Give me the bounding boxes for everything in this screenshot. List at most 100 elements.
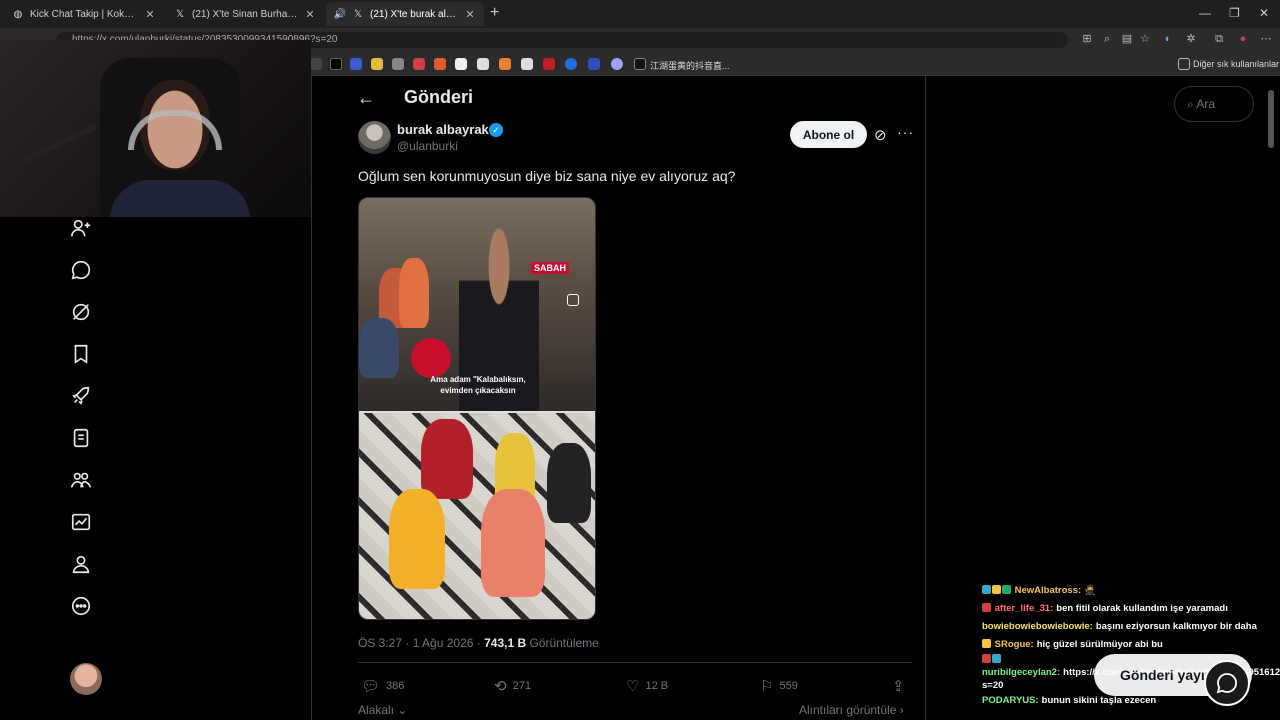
communities-icon[interactable] — [69, 468, 93, 492]
x-bookmark-icon[interactable] — [330, 58, 342, 70]
close-icon[interactable]: ✕ — [464, 8, 476, 21]
more-options-icon[interactable] — [69, 594, 93, 618]
bookmark-icon[interactable] — [350, 58, 362, 70]
reply-button[interactable]: 💬︎ 386 — [361, 677, 404, 695]
reader-icon[interactable]: ▤ — [1120, 32, 1134, 46]
reply-icon: 💬︎ — [361, 678, 381, 695]
profile-icon[interactable]: ● — [1236, 32, 1250, 46]
analytics-icon[interactable] — [69, 510, 93, 534]
extension-icon[interactable]: ◖ — [1160, 32, 1174, 46]
messages-icon[interactable] — [69, 258, 93, 282]
star-icon[interactable]: ☆ — [1138, 32, 1152, 46]
new-tab-icon[interactable]: + — [490, 4, 499, 22]
tab-title: (21) X'te Sinan Burhan: "İşte özledi — [192, 8, 298, 20]
chat-username: PODARYUS: — [982, 695, 1039, 706]
view-quotes-link[interactable]: Alıntıları görüntüle › — [799, 703, 904, 717]
video-frame-top: SABAH Ama adam "Kalabalıksın, evimden çı… — [359, 198, 595, 411]
bookmark-icon[interactable] — [499, 58, 511, 70]
scrollbar[interactable] — [1268, 90, 1274, 148]
related-label: Alakalı — [358, 703, 395, 717]
chat-username: NewAlbatross: — [1014, 585, 1082, 596]
lists-icon[interactable] — [69, 426, 93, 450]
bookmark-icon[interactable] — [611, 58, 623, 70]
apps-icon[interactable]: ⊞ — [1080, 32, 1094, 46]
close-window-icon[interactable]: ✕ — [1259, 6, 1269, 20]
speaker-icon: 🔊 — [333, 8, 347, 20]
account-avatar[interactable] — [70, 663, 102, 695]
heart-icon: ♡ — [626, 678, 640, 695]
search-placeholder: Ara — [1196, 97, 1216, 111]
bookmark-icon[interactable] — [588, 58, 600, 70]
follow-icon[interactable] — [69, 216, 93, 240]
tab-burak-albayrak[interactable]: 🔊 𝕏 (21) X'te burak albayrak: "Oğlu ✕ — [326, 2, 484, 26]
retweet-icon: ⟲ — [494, 678, 507, 695]
child-figure — [481, 489, 545, 597]
bookmark-label[interactable]: 江湖蛋黄的抖音直... — [650, 59, 730, 72]
retweet-button[interactable]: ⟲ 271 — [494, 677, 531, 695]
tab-title: Kick Chat Takip | KokoWich — [30, 8, 138, 20]
tab-sinan-burhan[interactable]: 𝕏 (21) X'te Sinan Burhan: "İşte özledi ✕ — [166, 2, 324, 26]
chat-username: after_life_31: — [994, 603, 1054, 614]
bookmark-icon[interactable] — [434, 58, 446, 70]
tiktok-icon[interactable] — [634, 58, 646, 70]
tab-title: (21) X'te burak albayrak: "Oğlu — [370, 8, 458, 20]
author-handle[interactable]: @ulanburki — [397, 139, 458, 153]
menu-icon[interactable]: ⋯ — [1259, 32, 1273, 46]
chat-message: bowiebowiebowiebowie: başını eziyorsun ka… — [982, 618, 1280, 636]
bookmark-icon[interactable] — [310, 58, 322, 70]
bookmark-count: 559 — [779, 680, 798, 692]
bookmark-icon[interactable] — [371, 58, 383, 70]
caption-line-2: evimden çıkacaksın — [440, 386, 516, 395]
like-button[interactable]: ♡ 12 B — [626, 677, 668, 695]
share-button[interactable]: ⇪ — [892, 677, 911, 695]
webcam-overlay — [0, 40, 311, 217]
more-icon[interactable]: ··· — [897, 124, 914, 140]
bookmark-icon[interactable] — [521, 58, 533, 70]
author-name[interactable]: burak albayrak — [397, 122, 489, 137]
video-caption: Ama adam "Kalabalıksın, evimden çıkacaks… — [359, 374, 595, 396]
globe-icon: ◍ — [13, 8, 23, 20]
tweet-time[interactable]: ÖS 3:27 · 1 Ağu 2026 · — [358, 636, 484, 650]
x-logo-icon: 𝕏 — [175, 8, 185, 20]
messages-drawer-button[interactable] — [1204, 660, 1250, 706]
tab-kick-chat[interactable]: ◍ Kick Chat Takip | KokoWich ✕ — [4, 2, 164, 26]
zoom-icon[interactable]: ⌕ — [1100, 32, 1114, 46]
bookmark-icon[interactable] — [477, 58, 489, 70]
badge-icon — [992, 585, 1001, 594]
chat-text: bunun sikini taşla ezecen — [1041, 695, 1157, 706]
author-avatar[interactable] — [358, 121, 391, 154]
bookmark-icon[interactable] — [413, 58, 425, 70]
minimize-icon[interactable]: — — [1199, 6, 1211, 20]
tweet-media-video[interactable]: SABAH Ama adam "Kalabalıksın, evimden çı… — [358, 197, 596, 620]
collections-icon[interactable]: ⧉ — [1212, 32, 1226, 46]
bookmark-icon[interactable] — [455, 58, 467, 70]
bookmark-icon[interactable] — [543, 58, 555, 70]
grok-explain-icon[interactable]: ⊘ — [874, 126, 887, 144]
x-logo-icon: 𝕏 — [353, 8, 363, 20]
badge-icon — [982, 585, 991, 594]
tweet-views: 743,1 B — [484, 636, 527, 650]
badge-icon — [992, 654, 1001, 663]
other-favorites-label[interactable]: Diğer sık kullanılanlar — [1193, 59, 1279, 69]
microphone-icon — [411, 338, 451, 378]
bookmark-button[interactable]: ⚐ 559 — [760, 677, 798, 695]
video-frame-bottom — [359, 413, 595, 619]
badge-icon — [982, 603, 991, 612]
subscribe-button[interactable]: Abone ol — [790, 121, 867, 148]
puzzle-icon[interactable]: ✲ — [1184, 32, 1198, 46]
close-icon[interactable]: ✕ — [304, 8, 316, 21]
profile-nav-icon[interactable] — [69, 552, 93, 576]
bookmarks-icon[interactable] — [69, 342, 93, 366]
chat-message: SRogue: hiç güzel sürülmüyor abi bu — [982, 636, 1280, 654]
related-dropdown[interactable]: Alakalı ⌄ — [358, 703, 407, 717]
bookmark-icon[interactable] — [392, 58, 404, 70]
back-arrow-icon[interactable]: ← — [357, 88, 375, 109]
close-icon[interactable]: ✕ — [144, 8, 156, 21]
grok-icon[interactable] — [69, 300, 93, 324]
bookmark-icon[interactable] — [565, 58, 577, 70]
rocket-icon[interactable] — [69, 384, 93, 408]
search-input[interactable]: ⌕ Ara — [1174, 86, 1254, 122]
restore-icon[interactable]: ❐ — [1229, 6, 1240, 20]
chat-username: SRogue: — [994, 639, 1034, 650]
child-figure — [389, 489, 445, 589]
